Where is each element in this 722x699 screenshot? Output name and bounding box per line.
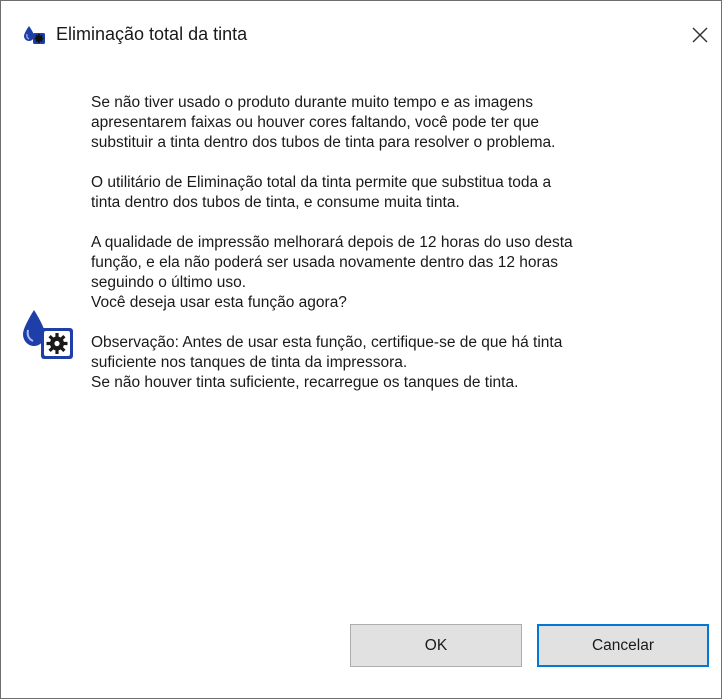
dialog-window: Eliminação total da tinta Se não tiver u… bbox=[0, 0, 722, 699]
ink-drop-gear-icon bbox=[21, 308, 77, 364]
message-paragraph: O utilitário de Eliminação total da tint… bbox=[91, 173, 691, 213]
message-line: suficiente nos tanques de tinta da impre… bbox=[91, 354, 408, 371]
cancel-button[interactable]: Cancelar bbox=[537, 624, 709, 667]
dialog-content: Se não tiver usado o produto durante mui… bbox=[1, 67, 721, 698]
message-line: Se não houver tinta suficiente, recarreg… bbox=[91, 374, 519, 391]
close-icon bbox=[685, 20, 715, 50]
message-text: Se não tiver usado o produto durante mui… bbox=[91, 93, 691, 413]
close-button[interactable] bbox=[685, 20, 715, 50]
message-line: tinta dentro dos tubos de tinta, e consu… bbox=[91, 194, 460, 211]
message-line: Se não tiver usado o produto durante mui… bbox=[91, 94, 534, 111]
message-paragraph: Se não tiver usado o produto durante mui… bbox=[91, 93, 691, 153]
message-line: O utilitário de Eliminação total da tint… bbox=[91, 174, 552, 191]
message-paragraph: Observação: Antes de usar esta função, c… bbox=[91, 333, 691, 393]
window-title: Eliminação total da tinta bbox=[56, 24, 248, 44]
title-bar[interactable]: Eliminação total da tinta bbox=[1, 1, 721, 67]
message-line: Observação: Antes de usar esta função, c… bbox=[91, 334, 563, 351]
ok-button[interactable]: OK bbox=[350, 624, 522, 667]
message-line: substituir a tinta dentro dos tubos de t… bbox=[91, 134, 556, 151]
message-line: A qualidade de impressão melhorará depoi… bbox=[91, 234, 573, 251]
message-line: função, e ela não poderá ser usada novam… bbox=[91, 254, 559, 271]
message-line: Você deseja usar esta função agora? bbox=[91, 294, 347, 311]
message-paragraph: A qualidade de impressão melhorará depoi… bbox=[91, 233, 691, 313]
message-line: seguindo o último uso. bbox=[91, 274, 247, 291]
ink-drop-gear-icon bbox=[24, 25, 46, 45]
message-line: apresentarem faixas ou houver cores falt… bbox=[91, 114, 540, 131]
